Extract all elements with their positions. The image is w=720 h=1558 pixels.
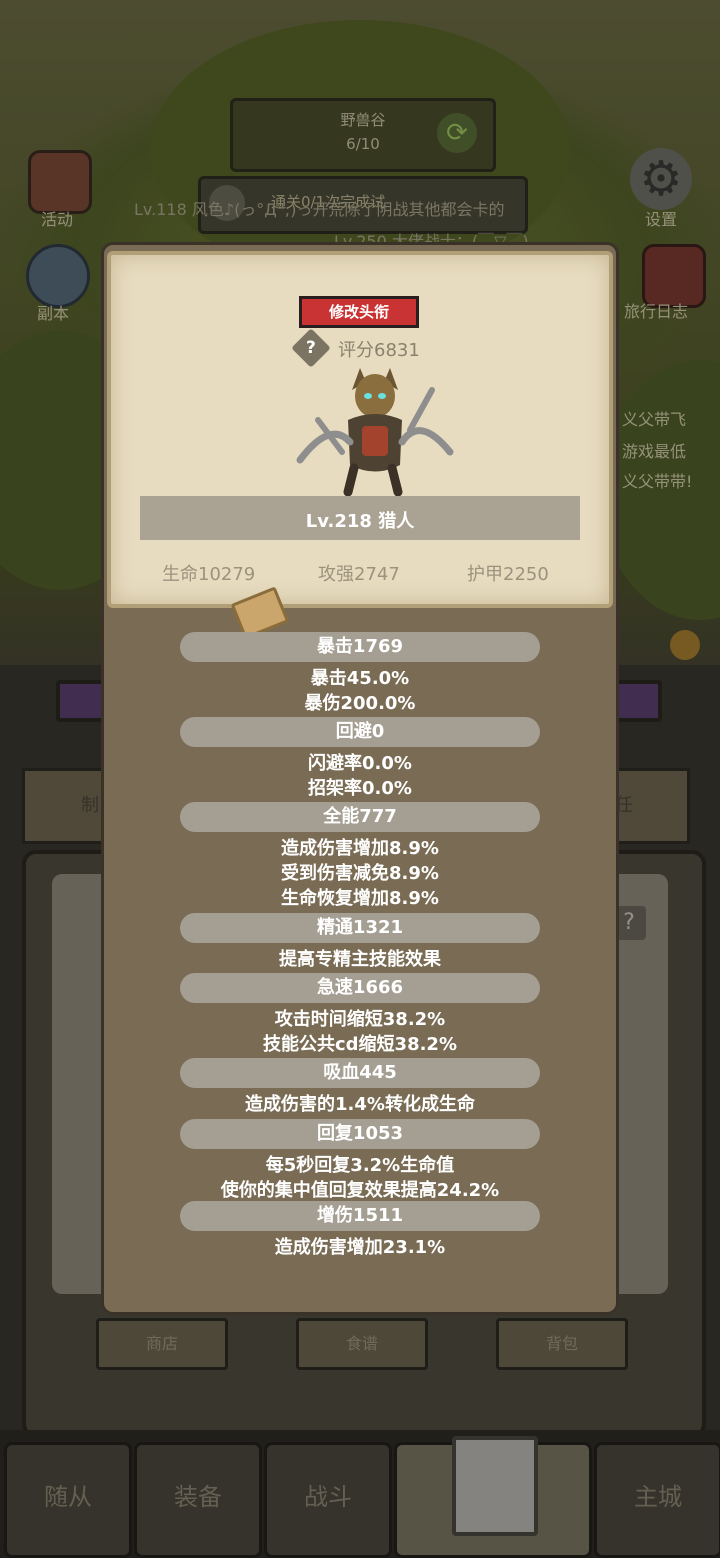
stat-line: 造成伤害增加8.9%: [281, 838, 439, 859]
stat-header-damage-bonus: 增伤1511: [180, 1201, 540, 1231]
base-stat-attack-power: 攻强2747: [318, 564, 400, 585]
stat-header-mastery: 精通1321: [180, 913, 540, 943]
stat-header-regen: 回复1053: [180, 1119, 540, 1149]
help-symbol: ?: [306, 338, 316, 358]
stat-header-avoidance: 回避0: [180, 717, 540, 747]
change-title-button[interactable]: 修改头衔: [299, 296, 419, 328]
base-stat-health: 生命10279: [162, 564, 256, 585]
stat-line: 暴伤200.0%: [304, 693, 416, 714]
stat-header-versatility: 全能777: [180, 802, 540, 832]
stat-line: 受到伤害减免8.9%: [281, 863, 439, 884]
hero-name: Lv.218 猎人: [305, 511, 415, 532]
stat-line: 技能公共cd缩短38.2%: [262, 1034, 457, 1055]
stat-line: 提高专精主技能效果: [279, 949, 441, 970]
stat-line: 暴击45.0%: [310, 668, 410, 689]
stat-line: 招架率0.0%: [308, 778, 412, 799]
stat-header-lifesteal: 吸血445: [180, 1058, 540, 1088]
stat-line: 造成伤害增加23.1%: [274, 1237, 446, 1258]
stat-line: 每5秒回复3.2%生命值: [265, 1155, 455, 1176]
stat-line: 闪避率0.0%: [308, 753, 412, 774]
hunter-portrait: [296, 368, 454, 497]
base-stat-armor: 护甲2250: [467, 564, 549, 585]
stat-line: 造成伤害的1.4%转化成生命: [245, 1094, 475, 1115]
stat-header-haste: 急速1666: [180, 973, 540, 1003]
stat-line: 生命恢复增加8.9%: [281, 888, 439, 909]
score-value: 评分6831: [338, 340, 420, 361]
stat-line: 攻击时间缩短38.2%: [274, 1009, 446, 1030]
stat-line: 使你的集中值回复效果提高24.2%: [220, 1180, 500, 1201]
stat-header-crit: 暴击1769: [180, 632, 540, 662]
